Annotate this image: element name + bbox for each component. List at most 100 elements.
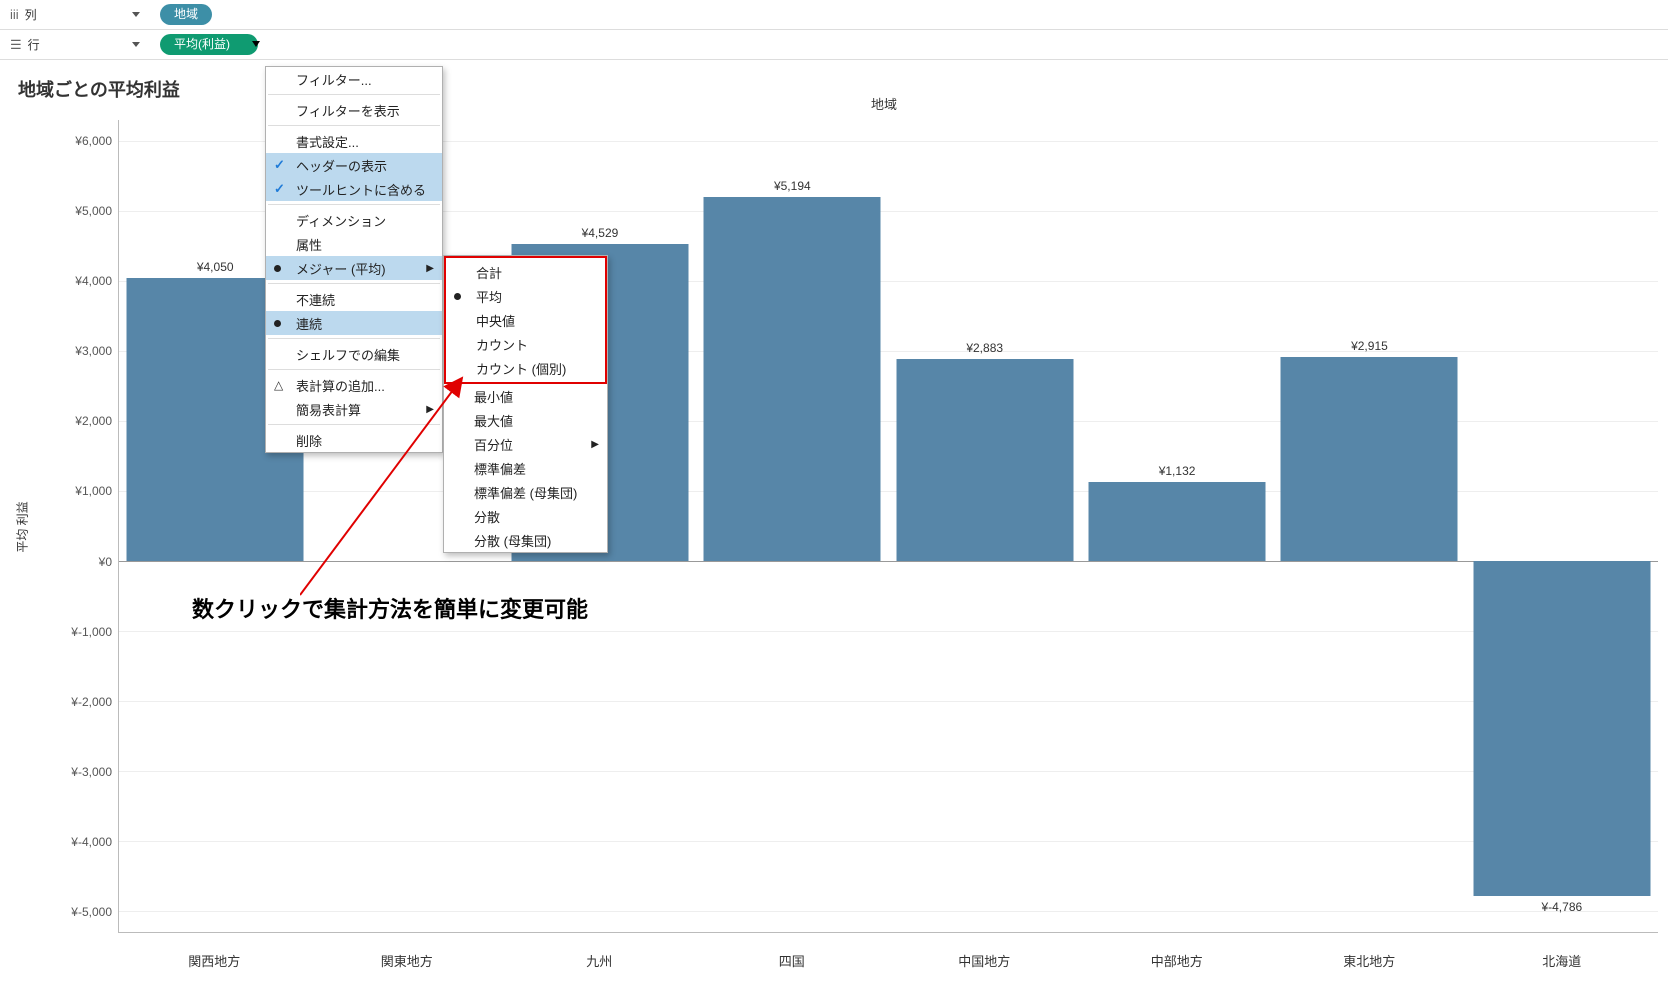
check-icon: ✓ — [274, 157, 285, 173]
submenu-median[interactable]: 中央値 — [446, 308, 605, 332]
rows-pill-avg-profit[interactable]: 平均(利益) — [160, 34, 258, 55]
bar-value-label: ¥5,194 — [774, 179, 811, 193]
bar-value-label: ¥4,529 — [582, 226, 619, 240]
submenu-avg[interactable]: 平均 — [446, 284, 605, 308]
bar-column: ¥2,883 — [889, 120, 1081, 932]
columns-pill-region[interactable]: 地域 — [160, 4, 212, 25]
bar-column: ¥-4,786 — [1466, 120, 1658, 932]
delta-icon: △ — [274, 378, 283, 392]
submenu-countd[interactable]: カウント (個別) — [446, 356, 605, 380]
rows-pill-text: 平均(利益) — [174, 34, 230, 55]
bar-column: ¥1,132 — [1081, 120, 1273, 932]
viz-area: 地域ごとの平均利益 地域 平均 利益 ¥-5,000 ¥-4,000 ¥-3,000… — [0, 62, 1668, 1003]
ytick: ¥2,000 — [75, 414, 112, 428]
submenu-max[interactable]: 最大値 — [444, 408, 607, 432]
menu-filter[interactable]: フィルター... — [266, 67, 442, 91]
menu-separator — [268, 204, 440, 205]
chevron-right-icon: ▶ — [426, 263, 434, 274]
menu-include-tooltip[interactable]: ✓ツールヒントに含める — [266, 177, 442, 201]
submenu-sum[interactable]: 合計 — [446, 260, 605, 284]
bar-value-label: ¥2,915 — [1351, 339, 1388, 353]
menu-show-header[interactable]: ✓ヘッダーの表示 — [266, 153, 442, 177]
submenu-var[interactable]: 分散 — [444, 504, 607, 528]
chevron-right-icon: ▶ — [426, 404, 434, 415]
bar-column: ¥2,915 — [1273, 120, 1465, 932]
bar-value-label: ¥1,132 — [1159, 464, 1196, 478]
ytick: ¥1,000 — [75, 484, 112, 498]
bullet-icon — [454, 293, 461, 300]
bar[interactable] — [704, 197, 881, 561]
bar[interactable] — [1089, 482, 1266, 561]
bar[interactable] — [1281, 357, 1458, 561]
menu-separator — [268, 424, 440, 425]
yaxis: ¥-5,000¥-4,000¥-3,000¥-2,000¥-1,000¥0¥1,… — [46, 120, 118, 933]
highlighted-aggregation-group: 合計 平均 中央値 カウント カウント (個別) — [444, 256, 607, 384]
pill-dropdown-icon[interactable] — [252, 41, 260, 47]
title: 地域ごとの平均利益 — [0, 62, 1668, 108]
columns-pill-text: 地域 — [174, 4, 198, 25]
rows-label-text: 行 — [28, 36, 40, 53]
columns-shelf-label: iii 列 — [10, 6, 150, 23]
menu-format[interactable]: 書式設定... — [266, 129, 442, 153]
rows-shelf-label: ☰ 行 — [10, 36, 150, 53]
ytick: ¥-2,000 — [71, 695, 112, 709]
menu-separator — [268, 338, 440, 339]
submenu-stdevp[interactable]: 標準偏差 (母集団) — [444, 480, 607, 504]
context-submenu-aggregation[interactable]: 合計 平均 中央値 カウント カウント (個別) 最小値 最大値 百分位▶ 標準… — [443, 255, 608, 553]
menu-continuous[interactable]: 連続 — [266, 311, 442, 335]
bar[interactable] — [1473, 561, 1650, 896]
annotation-text: 数クリックで集計方法を簡単に変更可能 — [192, 592, 588, 624]
menu-table-calc[interactable]: △表計算の追加... — [266, 373, 442, 397]
submenu-count[interactable]: カウント — [446, 332, 605, 356]
rows-icon: ☰ — [10, 37, 22, 53]
bar[interactable] — [896, 359, 1073, 561]
ytick: ¥-3,000 — [71, 765, 112, 779]
bar-value-label: ¥2,883 — [966, 341, 1003, 355]
submenu-varp[interactable]: 分散 (母集団) — [444, 528, 607, 552]
columns-icon: iii — [10, 7, 19, 22]
menu-separator — [268, 94, 440, 95]
caret-down-icon[interactable] — [132, 42, 140, 47]
yaxis-label-wrap: 平均 利益 — [20, 120, 46, 933]
menu-separator — [268, 369, 440, 370]
bar-value-label: ¥-4,786 — [1541, 900, 1582, 914]
xaxis-category-label: 九州 — [503, 951, 696, 971]
xaxis-categories: 関西地方関東地方九州四国中国地方中部地方東北地方北海道 — [118, 951, 1658, 971]
menu-dimension[interactable]: ディメンション — [266, 208, 442, 232]
menu-measure[interactable]: メジャー (平均)▶ — [266, 256, 442, 280]
menu-quick-table-calc[interactable]: 簡易表計算▶ — [266, 397, 442, 421]
context-menu-pill[interactable]: フィルター... フィルターを表示 書式設定... ✓ヘッダーの表示 ✓ツールヒ… — [265, 66, 443, 453]
menu-separator — [268, 125, 440, 126]
menu-edit-shelf[interactable]: シェルフでの編集 — [266, 342, 442, 366]
xaxis-category-label: 関東地方 — [311, 951, 504, 971]
chevron-right-icon: ▶ — [591, 439, 599, 450]
ytick: ¥-5,000 — [71, 905, 112, 919]
xaxis-category-label: 東北地方 — [1273, 951, 1466, 971]
bar-column: ¥5,194 — [696, 120, 888, 932]
submenu-min[interactable]: 最小値 — [444, 384, 607, 408]
ytick: ¥3,000 — [75, 344, 112, 358]
xaxis-category-label: 関西地方 — [118, 951, 311, 971]
menu-attribute[interactable]: 属性 — [266, 232, 442, 256]
xaxis-category-label: 北海道 — [1466, 951, 1659, 971]
rows-shelf[interactable]: ☰ 行 平均(利益) — [0, 30, 1668, 60]
ytick: ¥4,000 — [75, 274, 112, 288]
menu-remove[interactable]: 削除 — [266, 428, 442, 452]
yaxis-label: 平均 利益 — [14, 501, 31, 552]
menu-separator — [268, 283, 440, 284]
submenu-percentile[interactable]: 百分位▶ — [444, 432, 607, 456]
ytick: ¥5,000 — [75, 204, 112, 218]
axis-title-top: 地域 — [871, 94, 897, 113]
xaxis-category-label: 中部地方 — [1081, 951, 1274, 971]
bullet-icon — [274, 265, 281, 272]
menu-show-filter[interactable]: フィルターを表示 — [266, 98, 442, 122]
ytick: ¥-4,000 — [71, 835, 112, 849]
submenu-stdev[interactable]: 標準偏差 — [444, 456, 607, 480]
check-icon: ✓ — [274, 181, 285, 197]
xaxis-category-label: 中国地方 — [888, 951, 1081, 971]
xaxis-category-label: 四国 — [696, 951, 889, 971]
columns-label-text: 列 — [25, 6, 37, 23]
menu-discrete[interactable]: 不連続 — [266, 287, 442, 311]
caret-down-icon[interactable] — [132, 12, 140, 17]
columns-shelf[interactable]: iii 列 地域 — [0, 0, 1668, 30]
